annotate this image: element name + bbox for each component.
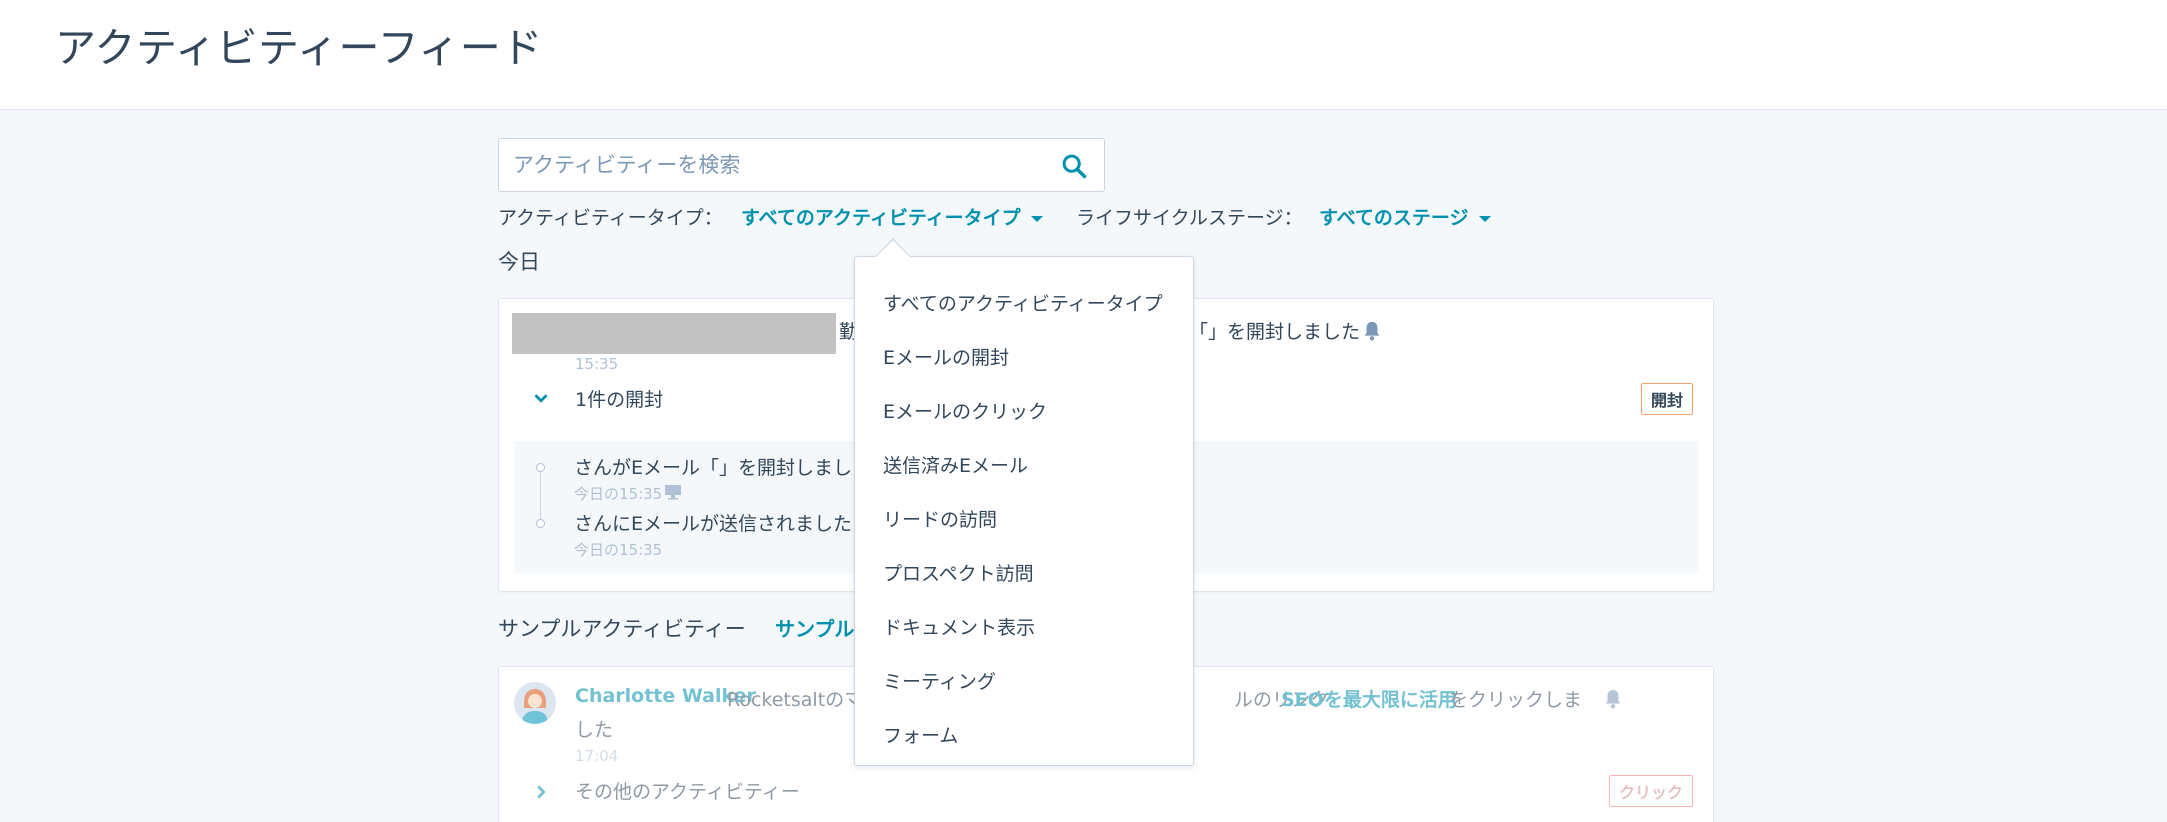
activity-type-dropdown[interactable]: すべてのアクティビティータイプ <box>741 203 1043 230</box>
more-activity-link[interactable]: その他のアクティビティー <box>575 777 800 804</box>
chevron-down-icon[interactable] <box>530 387 552 409</box>
bell-icon[interactable] <box>1361 320 1383 342</box>
section-heading-today: 今日 <box>498 250 540 274</box>
sample-activity-link[interactable]: SEOを最大限に活用 <box>1281 685 1457 712</box>
activity-headline-tail: 「」を開封しました <box>1189 321 1361 343</box>
timeline-event-text: さんがEメール「」を開封しまし <box>574 457 853 479</box>
search-input[interactable] <box>513 139 1033 191</box>
timeline-event-text: さんにEメールが送信されました <box>574 513 853 535</box>
sample-activity-text: をクリックしま <box>1449 689 1583 711</box>
chevron-down-icon <box>1478 215 1491 222</box>
activity-type-value: すべてのアクティビティータイプ <box>741 207 1021 229</box>
activity-time: 15:35 <box>575 355 619 373</box>
page-title: アクティビティーフィード <box>55 24 543 72</box>
menu-item-meeting[interactable]: ミーティング <box>855 655 1193 709</box>
lifecycle-label: ライフサイクルステージ： <box>1076 207 1303 229</box>
chevron-down-icon <box>1030 215 1043 222</box>
menu-item-lead-visit[interactable]: リードの訪問 <box>855 493 1193 547</box>
bell-icon[interactable] <box>1602 688 1624 710</box>
dropdown-pointer-inner <box>876 240 910 257</box>
avatar-person-icon <box>514 682 556 724</box>
activity-type-label: アクティビティータイプ： <box>498 207 723 229</box>
status-badge-open: 開封 <box>1641 383 1694 415</box>
timeline-event-time: 今日の15:35 <box>574 541 663 559</box>
avatar <box>514 682 556 724</box>
redacted-block <box>512 313 836 354</box>
timeline-dot <box>536 519 545 528</box>
lifecycle-value: すべてのステージ <box>1319 207 1469 229</box>
menu-item-form[interactable]: フォーム <box>855 709 1193 763</box>
timeline-dot <box>536 463 545 472</box>
activity-summary[interactable]: 1件の開封 <box>575 385 663 412</box>
menu-item-document-view[interactable]: ドキュメント表示 <box>855 601 1193 655</box>
section-heading-sample: サンプルアクティビティー <box>498 617 746 641</box>
chevron-right-icon[interactable] <box>530 781 552 803</box>
search-box[interactable] <box>498 138 1105 192</box>
page-header: アクティビティーフィード <box>0 0 2167 110</box>
menu-item-email-click[interactable]: Eメールのクリック <box>855 385 1193 439</box>
activity-time: 17:04 <box>575 747 619 765</box>
status-badge-click: クリック <box>1609 775 1694 807</box>
menu-item-all-types[interactable]: すべてのアクティビティータイプ <box>855 277 1193 331</box>
sample-activity-text: した <box>575 719 614 741</box>
sample-activity-text: Rocketsaltのマ <box>727 689 864 711</box>
menu-item-email-open[interactable]: Eメールの開封 <box>855 331 1193 385</box>
menu-item-prospect-visit[interactable]: プロスペクト訪問 <box>855 547 1193 601</box>
sample-link[interactable]: サンプル <box>775 613 854 642</box>
search-icon[interactable] <box>1060 152 1088 180</box>
timeline-event-time: 今日の15:35 <box>574 485 663 503</box>
monitor-icon <box>665 485 681 500</box>
lifecycle-dropdown[interactable]: すべてのステージ <box>1319 203 1491 230</box>
activity-type-menu: すべてのアクティビティータイプ Eメールの開封 Eメールのクリック 送信済みEメ… <box>854 256 1194 766</box>
menu-item-sent-email[interactable]: 送信済みEメール <box>855 439 1193 493</box>
